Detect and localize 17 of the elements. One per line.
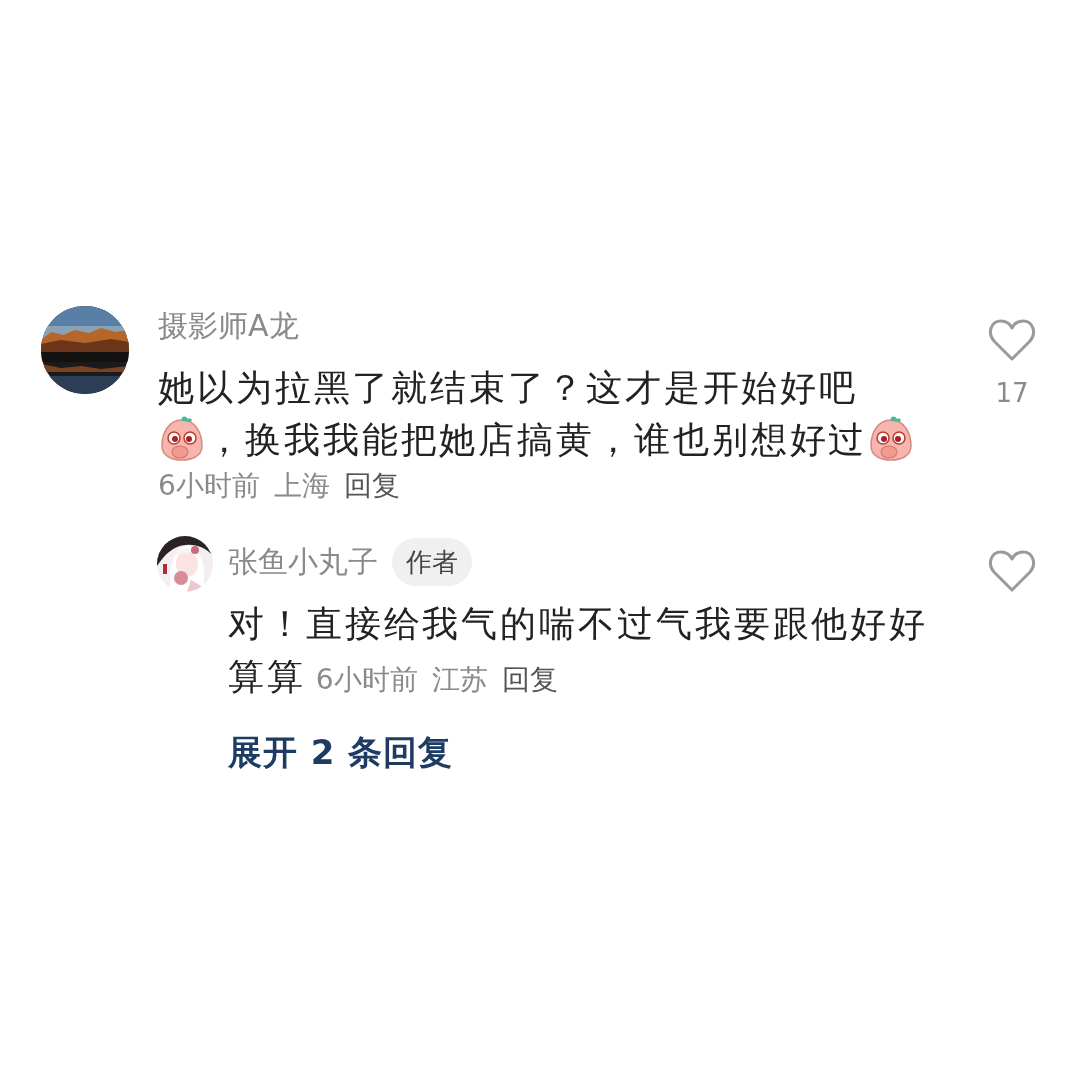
comment-text: 她以为拉黑了就结束了？这才是开始好吧 (158, 367, 859, 408)
author-badge: 作者 (392, 538, 472, 586)
like-count: 17 (995, 378, 1029, 408)
peach-sticker-icon (158, 416, 206, 462)
heart-icon[interactable] (988, 549, 1036, 593)
comment-text: ， (206, 419, 245, 460)
comment-time: 6小时前 (315, 662, 418, 698)
comment-location: 上海 (273, 468, 330, 504)
expand-replies-link[interactable]: 展开 2 条回复 (228, 727, 454, 777)
comment-text: 对！直接给我气的喘不过气我要跟他好好 (228, 603, 929, 644)
comment-location: 江苏 (431, 662, 488, 698)
comment-text: 算算 (228, 656, 306, 697)
reply-link[interactable]: 回复 (501, 660, 558, 700)
reply-link[interactable]: 回复 (343, 466, 400, 506)
heart-icon[interactable] (988, 318, 1036, 362)
comment-text: 换我我能把她店搞黄，谁也别想好过 (244, 419, 868, 460)
comment-time: 6小时前 (158, 468, 260, 504)
